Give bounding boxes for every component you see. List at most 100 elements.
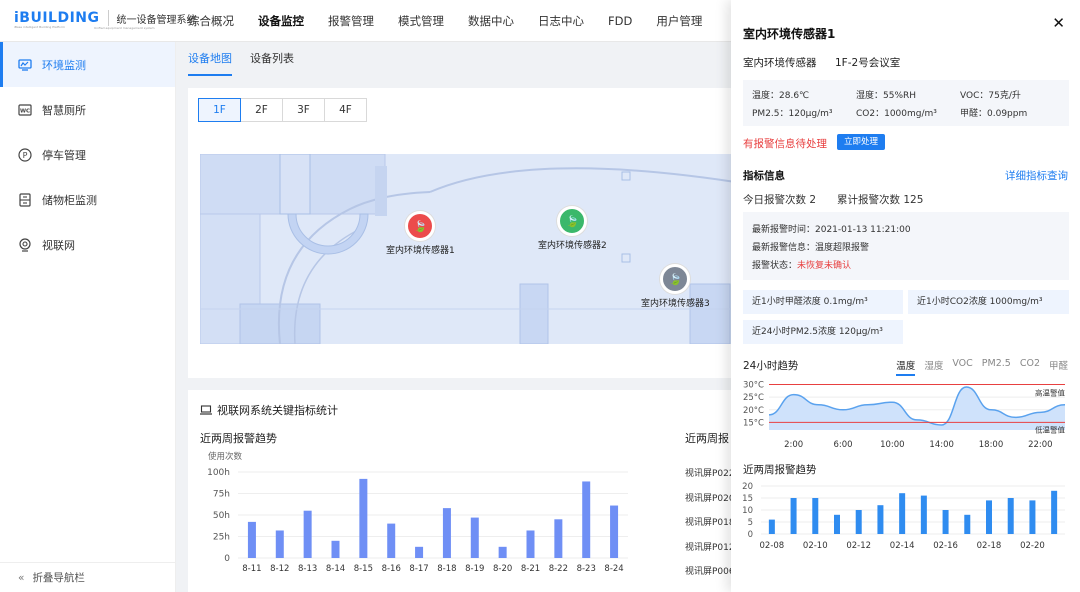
logo-subtitle: iBase intelligent Building Platform [14, 25, 65, 29]
y-tick-label: 15 [742, 494, 753, 504]
today-alarm-count: 今日报警次数 2 [743, 194, 817, 206]
y-tick-label: 0 [224, 554, 230, 564]
double-chevron-left-icon: « [18, 571, 25, 584]
nav-mode[interactable]: 模式管理 [398, 0, 444, 42]
logo-text: iBUILDING [14, 10, 100, 26]
sidebar-item-environment[interactable]: 环境监测 [0, 42, 175, 87]
weekly-alarm-bar-chart: 0 25h 50h 75h 100h 8-11 8-12 8-13 8-14 8-15 8-16 8-… [207, 468, 628, 574]
sidebar-item-locker[interactable]: 储物柜监测 [0, 177, 175, 222]
sensor-marker-1[interactable]: 🍃 室内环境传感器1 [386, 211, 455, 256]
nav-fdd[interactable]: FDD [608, 0, 632, 42]
y-tick-label: 15°C [743, 418, 764, 428]
floor-selector: 1F 2F 3F 4F [198, 98, 367, 122]
floor-2f-button[interactable]: 2F [240, 98, 283, 122]
system-name: 统一设备管理系统 [116, 14, 197, 26]
sidebar-item-parking[interactable]: P 停车管理 [0, 132, 175, 177]
bar [442, 508, 451, 558]
sidebar-item-label: 智慧厕所 [42, 103, 86, 117]
sensor-marker-2[interactable]: 🍃 室内环境传感器2 [538, 206, 607, 251]
bar [834, 514, 840, 534]
y-tick-label: 25°C [743, 393, 764, 403]
bar [415, 546, 424, 558]
panel-title: 室内环境传感器1 [743, 27, 836, 41]
bar [554, 519, 563, 558]
floor-1f-button[interactable]: 1F [198, 98, 241, 122]
alarm-status-label: 报警状态： [752, 261, 798, 271]
panel-weekly-title: 近两周报警趋势 [743, 464, 817, 476]
sensor-marker-label: 室内环境传感器3 [641, 299, 710, 309]
sensor-marker-3[interactable]: 🍃 室内环境传感器3 [641, 264, 710, 309]
close-icon[interactable]: ✕ [1052, 14, 1065, 32]
nav-data-center[interactable]: 数据中心 [468, 0, 514, 42]
y-tick-label: 20 [742, 482, 753, 492]
bar [1051, 490, 1058, 534]
handle-now-button[interactable]: 立即处理 [837, 134, 885, 150]
chip-pm25-24h: 近24小时PM2.5浓度 120μg/m³ [743, 320, 903, 344]
laptop-icon [200, 405, 212, 415]
chip-hcho-1h: 近1小时甲醛浓度 0.1mg/m³ [743, 290, 903, 314]
bar [275, 530, 284, 558]
x-tick-label: 8-11 [242, 564, 261, 574]
y-tick-label: 100h [207, 468, 230, 478]
bar [812, 498, 819, 534]
readings-grid: 温度：28.6℃ 湿度：55%RH VOC：75克/升 PM2.5：120μg/… [743, 80, 1069, 126]
leaf-icon: 🍃 [405, 211, 436, 241]
logo-divider [107, 10, 109, 26]
bar [899, 493, 906, 534]
bar [359, 478, 368, 558]
x-tick-label: 02-14 [890, 541, 915, 551]
nav-device-monitor[interactable]: 设备监控 [258, 0, 304, 42]
x-tick-label: 02-10 [803, 541, 828, 551]
svg-text:WC: WC [20, 108, 30, 114]
y-tick-label: 25h [213, 533, 230, 543]
latest-alarm-message: 最新报警信息：温度超限报警 [752, 243, 870, 253]
sidebar-item-label: 停车管理 [42, 148, 86, 162]
y-tick-label: 5 [748, 518, 753, 528]
total-alarm-count: 累计报警次数 125 [837, 194, 924, 206]
floor-plan-drawing [200, 154, 748, 344]
x-tick-label: 8-15 [354, 564, 373, 574]
x-tick-label: 2:00 [784, 440, 803, 450]
wc-icon: WC [18, 103, 32, 117]
sidebar-item-video-network[interactable]: 视联网 [0, 222, 175, 267]
sidebar-item-label: 视联网 [42, 238, 75, 252]
y-tick-label: 0 [748, 530, 753, 540]
sidebar-item-toilet[interactable]: WC 智慧厕所 [0, 87, 175, 132]
detail-query-link[interactable]: 详细指标查询 [1005, 168, 1068, 183]
x-tick-label: 8-20 [493, 564, 512, 574]
reading-voc: VOC：75克/升 [960, 91, 1021, 101]
x-tick-label: 8-13 [298, 564, 317, 574]
weekly-trend-title: 近两周报警趋势 [200, 432, 277, 445]
x-tick-label: 8-24 [604, 564, 623, 574]
x-tick-label: 8-12 [270, 564, 289, 574]
system-name-en: Unified equipment management system [94, 26, 155, 30]
tab-device-list[interactable]: 设备列表 [250, 50, 294, 76]
reading-pm25: PM2.5：120μg/m³ [752, 109, 833, 119]
collapse-nav-button[interactable]: « 折叠导航栏 [0, 562, 176, 592]
floor-plan-map[interactable]: 🍃 室内环境传感器1 🍃 室内环境传感器2 🍃 室内环境传感器3 [200, 154, 748, 344]
threshold-label: 低温警值 [1035, 424, 1065, 434]
nav-overview[interactable]: 综合概况 [188, 0, 234, 42]
nav-alarm[interactable]: 报警管理 [328, 0, 374, 42]
x-tick-label: 10:00 [880, 440, 905, 450]
floor-4f-button[interactable]: 4F [324, 98, 367, 122]
x-tick-label: 14:00 [929, 440, 954, 450]
floor-3f-button[interactable]: 3F [282, 98, 325, 122]
tab-device-map[interactable]: 设备地图 [188, 50, 232, 76]
x-tick-label: 8-19 [465, 564, 484, 574]
collapse-nav-label: 折叠导航栏 [32, 572, 85, 584]
sidebar: 环境监测 WC 智慧厕所 P 停车管理 储物柜监测 视联网 « 折叠导航栏 [0, 42, 176, 592]
bar [470, 517, 479, 558]
x-tick-label: 02-08 [760, 541, 785, 551]
nav-user[interactable]: 用户管理 [656, 0, 702, 42]
x-tick-label: 8-14 [326, 564, 345, 574]
x-tick-label: 02-12 [846, 541, 871, 551]
camera-icon [18, 237, 32, 252]
sensor-detail-panel: 室内环境传感器1 ✕ 室内环境传感器 1F-2号会议室 温度：28.6℃ 湿度：… [731, 0, 1080, 592]
y-tick-label: 50h [213, 511, 230, 521]
sidebar-item-label: 储物柜监测 [42, 193, 97, 207]
nav-log-center[interactable]: 日志中心 [538, 0, 584, 42]
device-location: 1F-2号会议室 [835, 57, 901, 69]
bar [877, 505, 884, 534]
bar [1029, 500, 1036, 534]
